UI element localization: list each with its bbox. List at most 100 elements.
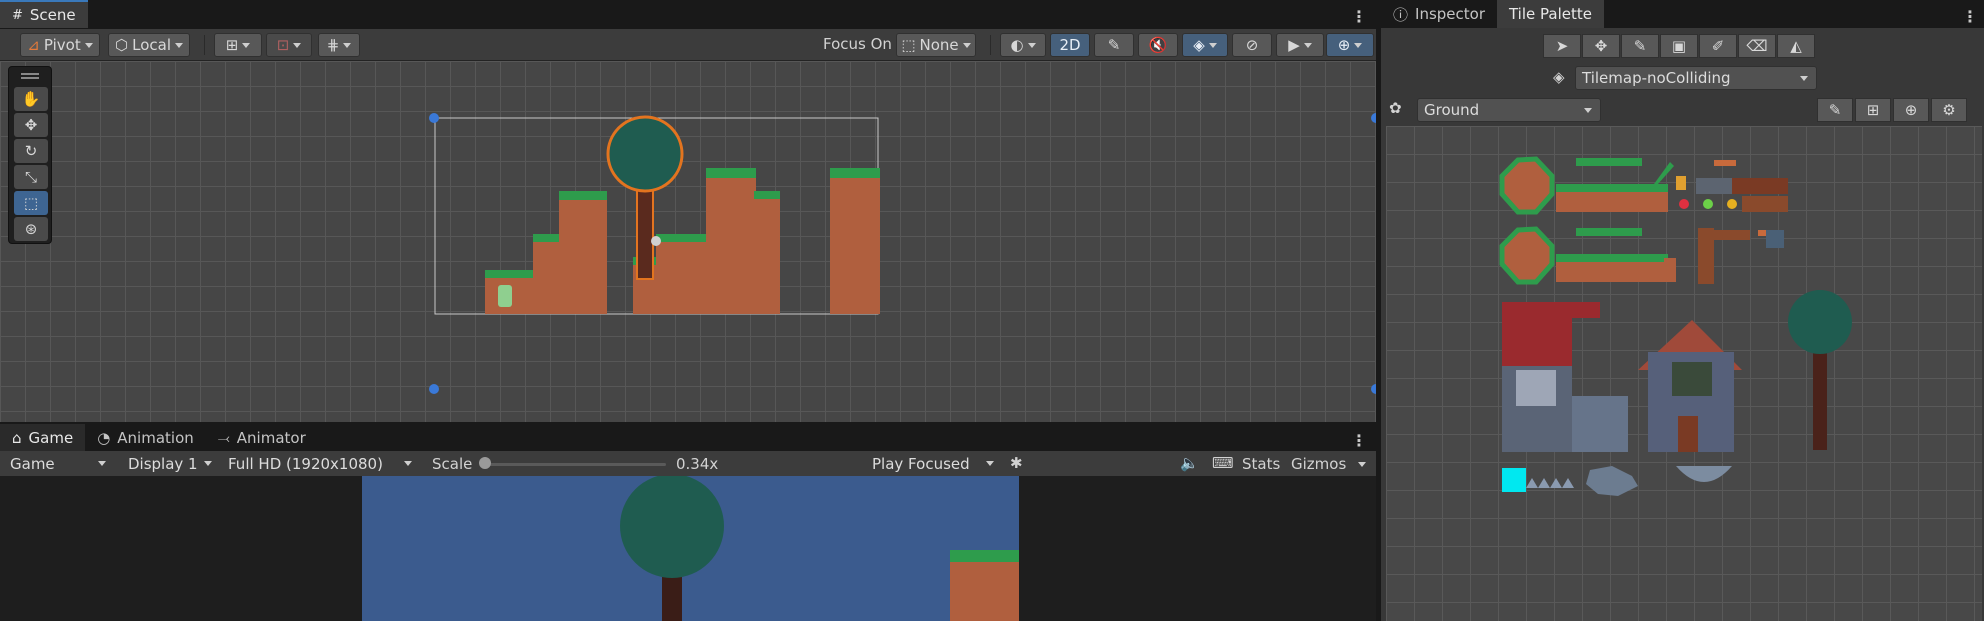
layers-icon: ◈ — [1553, 68, 1565, 86]
play-mode-dropdown[interactable]: Play Focused — [866, 452, 1002, 476]
shading-mode-button[interactable]: ◐ — [1000, 33, 1046, 57]
focus-on-label: Focus On — [823, 35, 892, 53]
scene-more-icon[interactable]: ⋮ — [1350, 4, 1368, 28]
rect-handle-top-right[interactable] — [1371, 113, 1376, 123]
move-tile-tool-button[interactable]: ✥ — [1582, 34, 1620, 58]
fill-tool-button[interactable]: ◭ — [1777, 34, 1815, 58]
grid-icon: ⊞ — [1866, 101, 1880, 119]
hidden-eye-icon: ⊘ — [1245, 36, 1259, 54]
info-icon: ⓘ — [1393, 5, 1409, 24]
rect-handle-bottom-left[interactable] — [429, 384, 439, 394]
focus-on-dropdown[interactable]: ⬚ None — [896, 33, 976, 57]
game-more-icon[interactable]: ⋮ — [1350, 428, 1368, 452]
gizmos-toggle-button[interactable]: ⊕ — [1326, 33, 1374, 57]
toggle-2d-button[interactable]: 2D — [1050, 33, 1090, 57]
gizmos-button[interactable]: Gizmos — [1291, 455, 1346, 473]
box-fill-tool-button[interactable]: ▣ — [1660, 34, 1698, 58]
rect-handle-top-left[interactable] — [429, 113, 439, 123]
scale-slider-track[interactable] — [484, 463, 666, 466]
gizmos-chevron-icon[interactable] — [1358, 462, 1366, 467]
chevron-down-icon — [98, 461, 106, 466]
tab-animation[interactable]: ◔ Animation — [85, 424, 206, 452]
rect-tool-button[interactable]: ⬚ — [14, 191, 48, 215]
grid-visibility-button[interactable]: ⋕ — [318, 33, 360, 57]
grid-snap-icon: ⊞ — [225, 36, 239, 54]
lighting-toggle-button[interactable]: ✎ — [1094, 33, 1134, 57]
keyboard-icon[interactable]: ⌨ — [1212, 454, 1234, 472]
local-dropdown[interactable]: ⬡ Local — [108, 33, 190, 57]
tab-tile-palette-label: Tile Palette — [1508, 5, 1592, 23]
edit-palette-button[interactable]: ✎ — [1817, 98, 1853, 122]
chevron-down-icon — [404, 461, 412, 466]
drag-handle-icon[interactable] — [21, 73, 39, 79]
palette-gizmo-toggle[interactable]: ⊕ — [1893, 98, 1929, 122]
tab-animator[interactable]: ⤙ Animator — [206, 424, 318, 452]
right-more-icon[interactable]: ⋮ — [1961, 4, 1979, 28]
game-render — [362, 476, 1019, 621]
gear-icon: ⚙ — [1942, 101, 1956, 119]
player-sprite[interactable] — [498, 285, 512, 307]
increment-snap-button[interactable]: ⊡ — [266, 33, 312, 57]
chevron-down-icon — [1584, 108, 1592, 113]
scale-slider-thumb[interactable] — [479, 457, 491, 469]
resolution-label: Full HD (1920x1080) — [228, 455, 383, 473]
bird-sprite[interactable] — [651, 236, 661, 246]
palette-grid-toggle[interactable]: ⊞ — [1855, 98, 1891, 122]
tab-animator-label: Animator — [236, 429, 306, 447]
transform-icon: ⊛ — [24, 220, 38, 238]
rotate-tool-button[interactable]: ↻ — [14, 139, 48, 163]
display-label: Display 1 — [128, 455, 198, 473]
bug-icon[interactable]: ✱ — [1010, 454, 1023, 472]
move-icon: ✥ — [1594, 37, 1608, 55]
grid-snap-button[interactable]: ⊞ — [214, 33, 262, 57]
tile-palette-grid[interactable] — [1386, 126, 1982, 621]
tilemap-ground — [485, 168, 880, 314]
display-dropdown[interactable]: Display 1 — [122, 452, 220, 476]
tab-inspector[interactable]: ⓘ Inspector — [1381, 0, 1497, 28]
palette-settings-button[interactable]: ⚙ — [1931, 98, 1967, 122]
select-tool-button[interactable]: ➤ — [1543, 34, 1581, 58]
rect-handle-bottom-right[interactable] — [1371, 384, 1376, 394]
pivot-label: Pivot — [43, 36, 81, 54]
toggle-2d-label: 2D — [1059, 36, 1081, 54]
stats-button[interactable]: Stats — [1242, 455, 1280, 473]
effects-toggle-button[interactable]: ◈ — [1182, 33, 1228, 57]
picker-tool-button[interactable]: ✐ — [1699, 34, 1737, 58]
eraser-tool-button[interactable]: ⌫ — [1738, 34, 1776, 58]
pivot-dropdown[interactable]: ⊿ Pivot — [20, 33, 100, 57]
tab-game-label: Game — [28, 429, 74, 447]
scene-content — [429, 113, 1376, 394]
clock-icon: ◔ — [97, 429, 111, 447]
hand-tool-button[interactable]: ✋ — [14, 87, 48, 111]
scene-visibility-button[interactable]: ⊘ — [1232, 33, 1272, 57]
chevron-down-icon — [1027, 42, 1036, 48]
move-tool-button[interactable]: ✥ — [14, 113, 48, 137]
audio-mute-icon: 🔇 — [1148, 36, 1168, 54]
paint-tool-button[interactable]: ✎ — [1621, 34, 1659, 58]
game-toolbar: Game Display 1 Full HD (1920x1080) Scale… — [0, 451, 1376, 477]
camera-settings-button[interactable]: ▶ — [1276, 33, 1324, 57]
chevron-down-icon — [1208, 42, 1217, 48]
game-view-dropdown[interactable]: Game — [4, 452, 114, 476]
transform-tool-button[interactable]: ⊛ — [14, 217, 48, 241]
chevron-down-icon — [1303, 42, 1312, 48]
scale-tool-button[interactable]: ⤡ — [14, 165, 48, 189]
rotate-icon: ↻ — [24, 142, 38, 160]
active-tilemap-dropdown[interactable]: Tilemap-noColliding — [1575, 66, 1817, 90]
audio-toggle-button[interactable]: 🔇 — [1138, 33, 1178, 57]
chevron-down-icon — [1800, 76, 1808, 81]
right-panel: ⓘ Inspector Tile Palette ⋮ ➤ ✥ ✎ ▣ ✐ ⌫ ◭… — [1381, 0, 1984, 621]
tab-animation-label: Animation — [117, 429, 194, 447]
tab-scene[interactable]: # Scene — [0, 0, 88, 28]
palette-dropdown[interactable]: Ground — [1417, 98, 1601, 122]
toolbar-divider — [990, 35, 991, 55]
game-view-label: Game — [10, 455, 55, 473]
move-icon: ✥ — [24, 116, 38, 134]
tab-tile-palette[interactable]: Tile Palette — [1496, 0, 1604, 28]
light-bulb-icon: ✎ — [1107, 36, 1121, 54]
scene-viewport[interactable] — [0, 61, 1376, 422]
game-viewport[interactable] — [0, 476, 1376, 621]
resolution-dropdown[interactable]: Full HD (1920x1080) — [222, 452, 420, 476]
tab-game[interactable]: ⌂ Game — [0, 424, 86, 452]
speaker-icon[interactable]: 🔈 — [1180, 454, 1199, 472]
